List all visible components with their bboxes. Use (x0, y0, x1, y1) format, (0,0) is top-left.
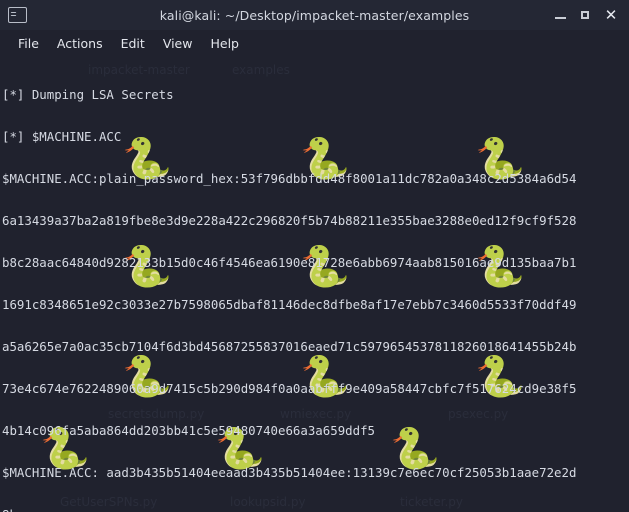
output-line: $MACHINE.ACC:plain_password_hex:53f796db… (2, 171, 577, 186)
terminal-icon (8, 7, 27, 23)
menu-item-edit[interactable]: Edit (112, 34, 154, 53)
output-line: $MACHINE.ACC: aad3b435b51404eeaad3b435b5… (2, 465, 577, 480)
terminal-output-area[interactable]: impacket-master examples 🐍 🐍 🐍 🐍 🐍 🐍 🐍 🐍… (0, 57, 629, 512)
menu-item-actions[interactable]: Actions (48, 34, 112, 53)
menu-bar: File Actions Edit View Help (0, 30, 629, 57)
maximize-icon[interactable] (579, 8, 593, 22)
window-title: kali@kali: ~/Desktop/impacket-master/exa… (159, 7, 470, 23)
minimize-icon[interactable] (554, 8, 568, 22)
output-line: 8b (2, 508, 629, 512)
output-line: 4b14c096fa5aba864dd203bb41c5e59480740e66… (2, 423, 375, 438)
output-line: b8c28aac64840d9282133b15d0c46f4546ea6190… (2, 255, 577, 270)
window-controls: ✕ (554, 8, 629, 23)
output-line: 6a13439a37ba2a819fbe8e3d9e228a422c296820… (2, 213, 577, 228)
terminal-lines: [*] Dumping LSA Secrets [*] $MACHINE.ACC… (0, 57, 629, 512)
terminal-window: kali@kali: ~/Desktop/impacket-master/exa… (0, 0, 629, 512)
output-line: 1691c8348651e92c3033e27b7598065dbaf81146… (2, 297, 577, 312)
menu-item-help[interactable]: Help (201, 34, 248, 53)
menu-item-file[interactable]: File (9, 34, 48, 53)
output-line: 73e4c674e7622489060a9d7415c5b290d984f0a0… (2, 381, 577, 396)
output-line: a5a6265e7a0ac35cb7104f6d3bd4568725583701… (2, 339, 577, 354)
title-bar: kali@kali: ~/Desktop/impacket-master/exa… (0, 0, 629, 30)
menu-item-view[interactable]: View (154, 34, 202, 53)
close-icon[interactable]: ✕ (604, 8, 618, 23)
output-line: [*] $MACHINE.ACC (2, 129, 122, 144)
output-line: [*] Dumping LSA Secrets (2, 87, 174, 102)
